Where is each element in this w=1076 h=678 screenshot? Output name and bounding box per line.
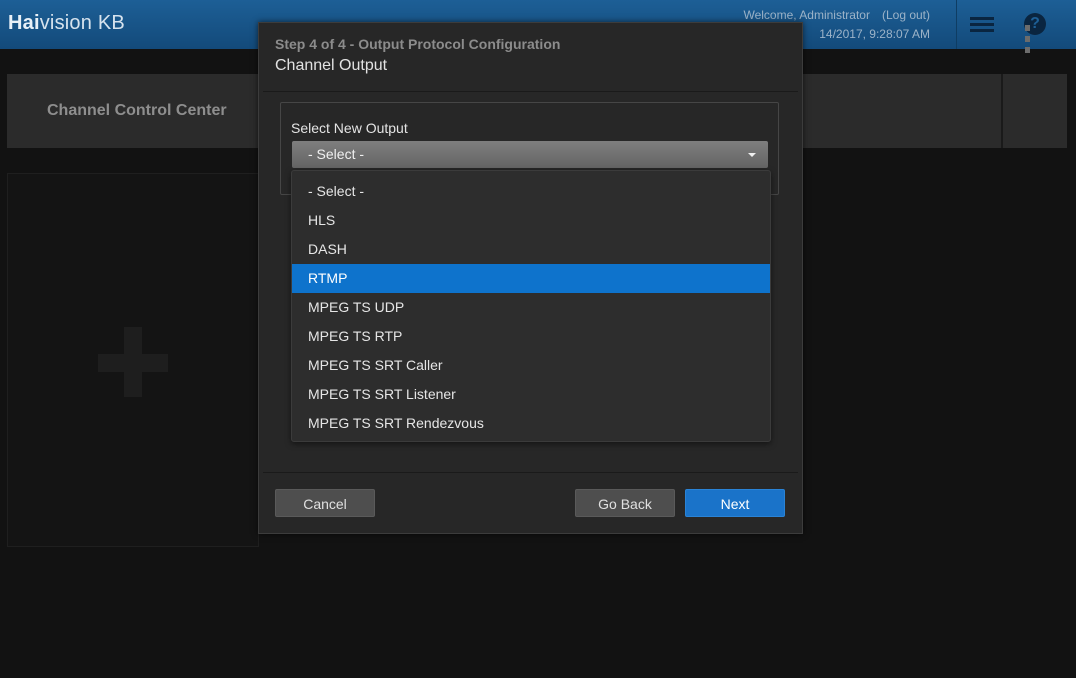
main-menu-button[interactable] <box>956 0 1007 49</box>
select-value: - Select - <box>308 146 365 162</box>
hamburger-icon-line <box>970 29 994 32</box>
welcome-text: Welcome, Administrator <box>743 8 870 22</box>
kebab-dot <box>1025 47 1030 53</box>
output-dropdown-list: - Select - HLS DASH RTMP MPEG TS UDP MPE… <box>291 170 771 442</box>
option-select[interactable]: - Select - <box>292 177 770 206</box>
logout-link[interactable]: (Log out) <box>882 8 930 22</box>
plus-icon-vertical <box>124 327 142 397</box>
divider <box>263 91 798 92</box>
option-mpeg-ts-rtp[interactable]: MPEG TS RTP <box>292 322 770 351</box>
add-channel-card[interactable] <box>7 173 259 547</box>
hamburger-icon <box>970 17 994 20</box>
option-mpeg-ts-udp[interactable]: MPEG TS UDP <box>292 293 770 322</box>
step-indicator: Step 4 of 4 - Output Protocol Configurat… <box>275 36 561 52</box>
kebab-icon[interactable] <box>1025 25 1031 53</box>
option-mpeg-ts-srt-listener[interactable]: MPEG TS SRT Listener <box>292 380 770 409</box>
option-mpeg-ts-srt-rendezvous[interactable]: MPEG TS SRT Rendezvous <box>292 409 770 438</box>
option-dash[interactable]: DASH <box>292 235 770 264</box>
logo-prefix: Hai <box>8 12 40 34</box>
select-output-label: Select New Output <box>291 120 408 136</box>
go-back-button[interactable]: Go Back <box>575 489 675 517</box>
option-hls[interactable]: HLS <box>292 206 770 235</box>
kebab-dot <box>1025 25 1030 31</box>
logo-suffix: vision KB <box>39 12 125 34</box>
help-button[interactable]: ? <box>1007 0 1067 49</box>
dialog-title: Channel Output <box>275 57 388 74</box>
next-button[interactable]: Next <box>685 489 785 517</box>
datetime-text: 14/2017, 9:28:07 AM <box>819 27 930 41</box>
app-logo[interactable]: Haivision KB <box>8 12 125 35</box>
kebab-dot <box>1025 36 1030 42</box>
cancel-button[interactable]: Cancel <box>275 489 375 517</box>
hamburger-icon-line <box>970 23 994 26</box>
option-mpeg-ts-srt-caller[interactable]: MPEG TS SRT Caller <box>292 351 770 380</box>
divider <box>1001 74 1003 148</box>
chevron-down-icon <box>748 153 756 157</box>
divider <box>263 472 798 473</box>
welcome-area: Welcome, Administrator (Log out) <box>743 8 930 22</box>
output-select[interactable]: - Select - <box>292 141 768 168</box>
option-rtmp[interactable]: RTMP <box>292 264 770 293</box>
page-title: Channel Control Center <box>47 102 227 119</box>
